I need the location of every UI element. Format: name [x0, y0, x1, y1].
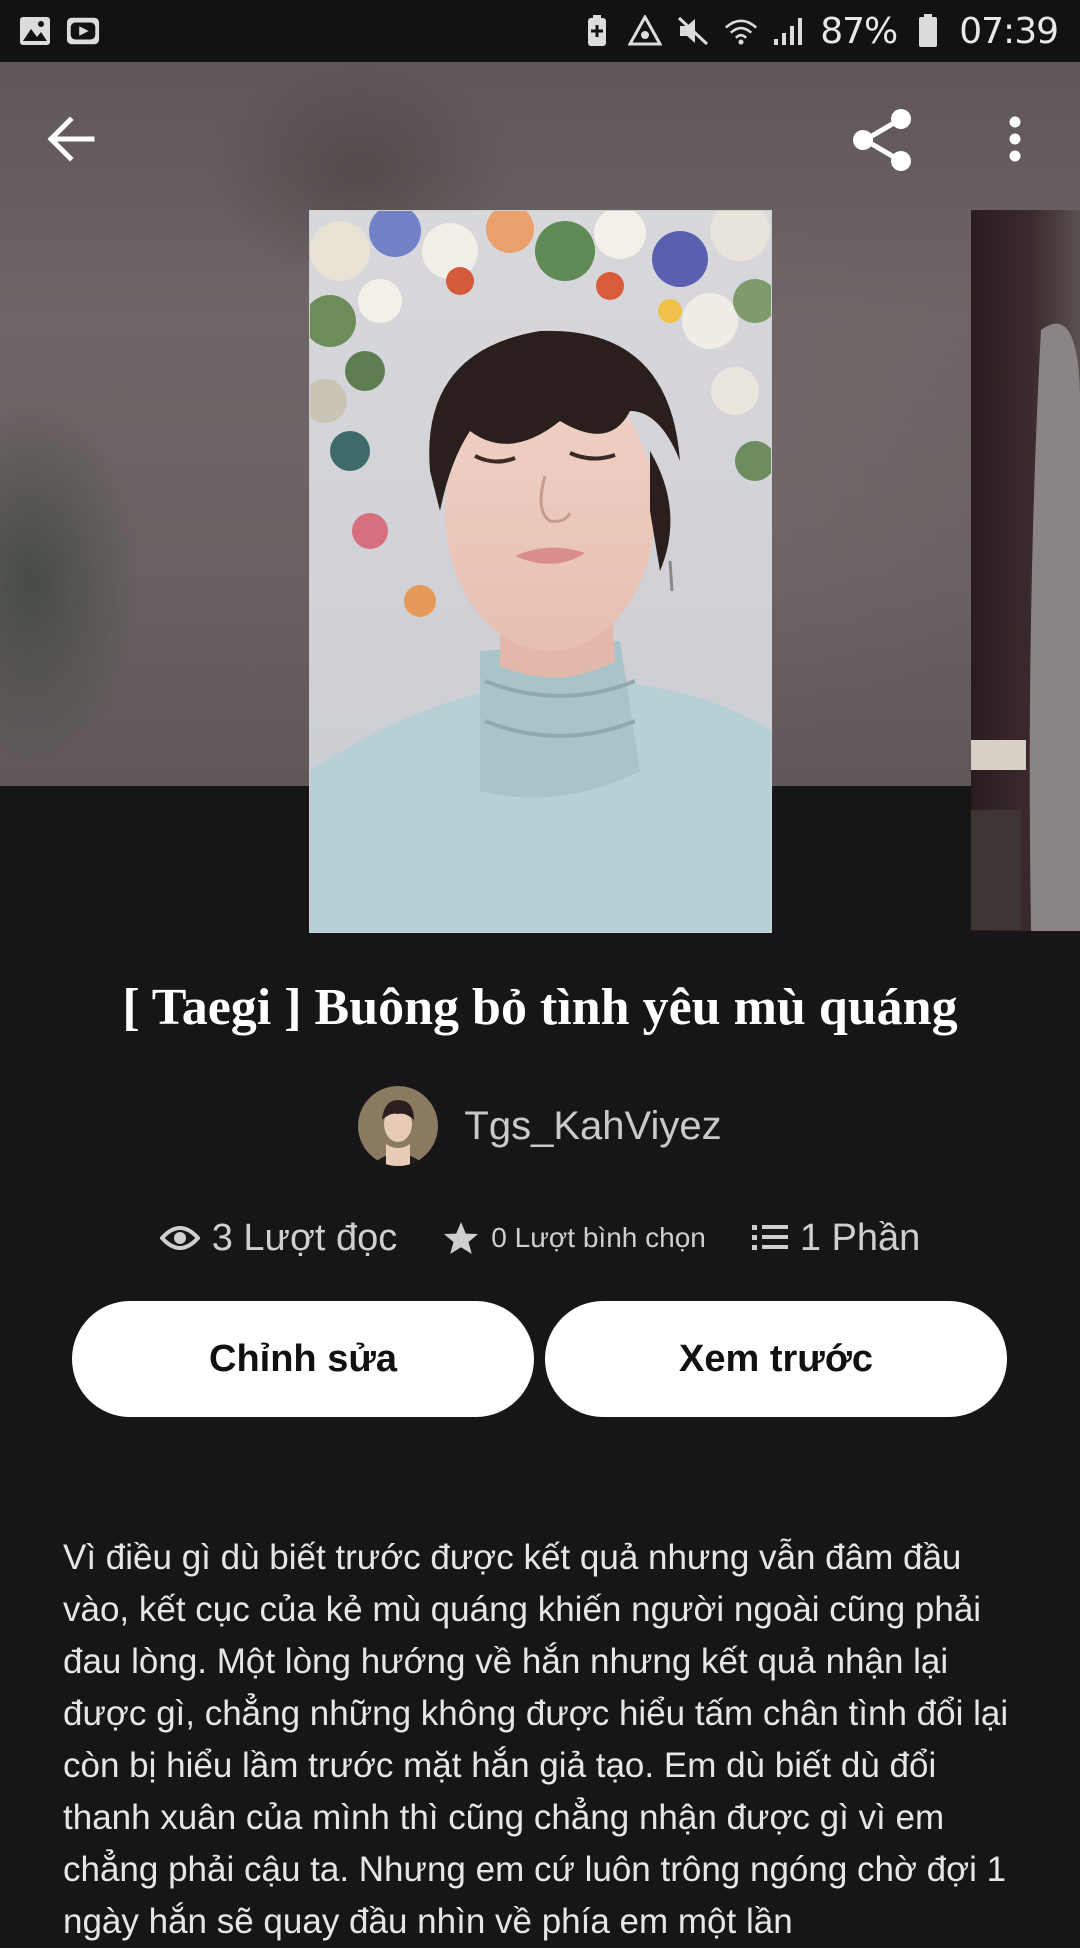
- share-icon: [853, 109, 911, 171]
- reads-count: 3 Lượt đọc: [211, 1216, 398, 1259]
- gallery-notification-icon: [18, 14, 52, 48]
- next-cover-illustration: [971, 323, 1080, 931]
- edit-button[interactable]: Chỉnh sửa: [72, 1301, 534, 1417]
- author-row[interactable]: Tgs_KahViyez: [0, 1085, 1080, 1167]
- story-description: Vì điều gì dù biết trước được kết quả nh…: [63, 1538, 1009, 1941]
- story-title: [ Taegi ] Buông bỏ tình yêu mù quáng: [122, 979, 958, 1036]
- eye-icon: [159, 1226, 200, 1250]
- signal-icon: [772, 14, 806, 48]
- list-icon: [751, 1225, 788, 1250]
- arrow-left-icon: [47, 116, 95, 162]
- author-name[interactable]: Tgs_KahViyez: [464, 1104, 721, 1149]
- parts-stat[interactable]: 1 Phần: [751, 1216, 921, 1260]
- more-options-button[interactable]: [990, 104, 1040, 174]
- share-button[interactable]: [842, 100, 922, 180]
- story-cover[interactable]: [309, 210, 772, 933]
- next-story-cover[interactable]: [971, 210, 1080, 931]
- mute-icon: [676, 14, 710, 48]
- author-avatar[interactable]: [358, 1086, 439, 1166]
- status-bar: 87% 07:39: [0, 0, 1080, 62]
- video-notification-icon: [66, 14, 100, 48]
- battery-saver-icon: [580, 14, 614, 48]
- data-saver-icon: [628, 14, 663, 48]
- top-action-bar: [0, 62, 1080, 212]
- preview-button[interactable]: Xem trước: [545, 1301, 1007, 1417]
- story-stats: 3 Lượt đọc 0 Lượt bình chọn 1 Phần: [0, 1208, 1080, 1268]
- votes-stat: 0 Lượt bình chọn: [443, 1221, 706, 1255]
- parts-count: 1 Phần: [799, 1216, 921, 1259]
- reads-stat: 3 Lượt đọc: [159, 1216, 398, 1260]
- star-icon: [444, 1222, 479, 1254]
- cover-illustration: [310, 211, 771, 932]
- battery-percentage: 87%: [820, 10, 898, 52]
- clock: 07:39: [959, 10, 1059, 52]
- wifi-icon: [724, 14, 758, 48]
- back-button[interactable]: [36, 104, 106, 174]
- votes-count: 0 Lượt bình chọn: [491, 1222, 706, 1253]
- more-vert-icon: [1009, 116, 1021, 162]
- battery-icon: [911, 14, 945, 48]
